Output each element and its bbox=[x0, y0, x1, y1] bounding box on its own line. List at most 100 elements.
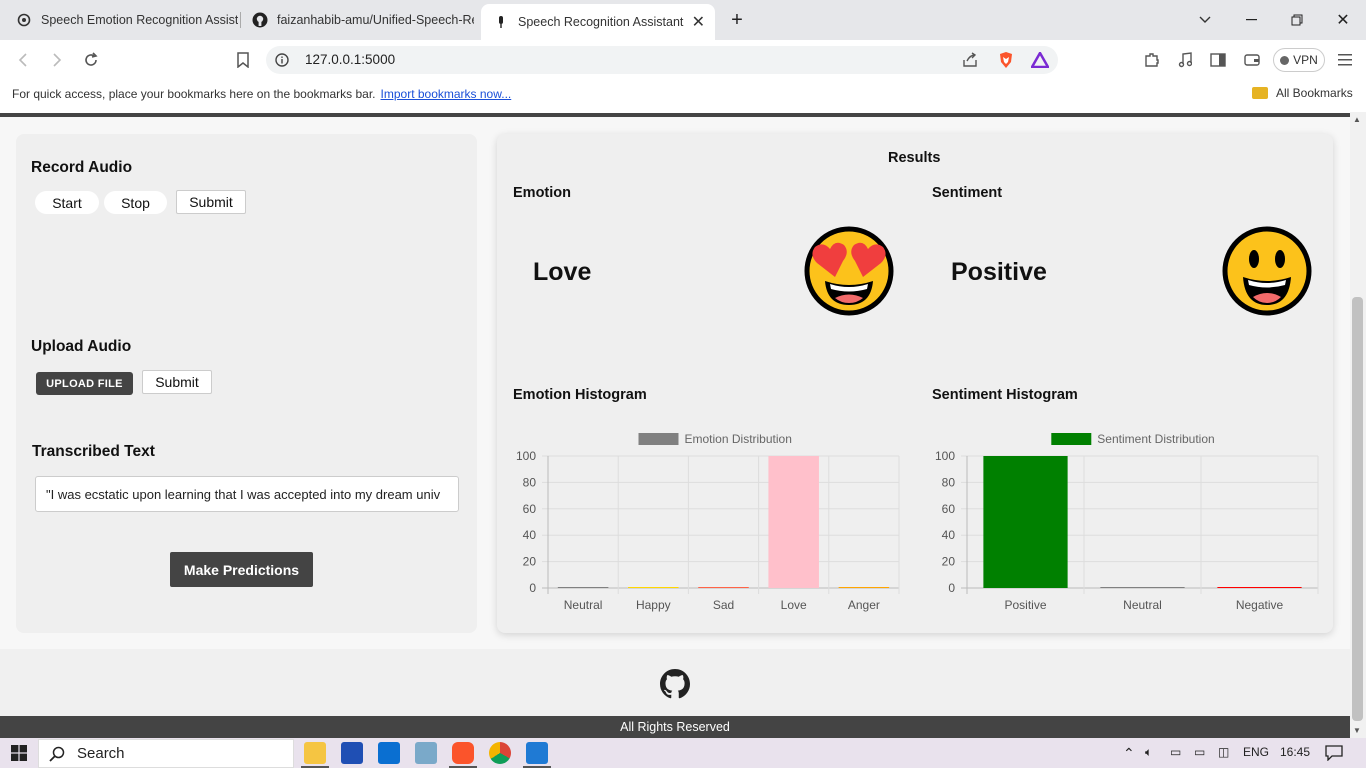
footer-bar: All Rights Reserved bbox=[0, 716, 1350, 738]
mic-icon bbox=[493, 14, 509, 30]
github-icon[interactable] bbox=[660, 669, 690, 699]
scroll-down-arrow-icon[interactable]: ▼ bbox=[1353, 726, 1361, 735]
back-icon[interactable] bbox=[11, 48, 35, 72]
bar-positive[interactable] bbox=[983, 456, 1068, 588]
upload-file-button[interactable]: UPLOAD FILE bbox=[36, 372, 133, 395]
make-predictions-button[interactable]: Make Predictions bbox=[170, 552, 313, 587]
bar-sad[interactable] bbox=[698, 587, 749, 588]
extensions-icon[interactable] bbox=[1140, 48, 1164, 72]
clock[interactable]: 16:45 bbox=[1280, 745, 1310, 759]
y-tick-label: 60 bbox=[523, 502, 537, 516]
transcribed-text-field[interactable]: "I was ecstatic upon learning that I was… bbox=[35, 476, 459, 512]
github-icon bbox=[252, 12, 268, 28]
brave-shields-icon[interactable] bbox=[994, 48, 1018, 72]
upload-submit-button[interactable]: Submit bbox=[142, 370, 212, 394]
media-icon[interactable] bbox=[1173, 48, 1197, 72]
import-bookmarks-link[interactable]: Import bookmarks now... bbox=[381, 87, 512, 101]
speaker-icon[interactable]: 🔈︎ bbox=[1145, 745, 1152, 760]
vpn-status-icon bbox=[1280, 55, 1290, 65]
legend-swatch bbox=[638, 433, 679, 445]
new-tab-button[interactable]: + bbox=[724, 0, 750, 40]
stop-button[interactable]: Stop bbox=[104, 191, 167, 214]
bar-negative[interactable] bbox=[1217, 587, 1302, 588]
taskbar-search[interactable]: Search bbox=[38, 739, 294, 768]
results-title: Results bbox=[888, 150, 941, 166]
y-tick-label: 40 bbox=[942, 528, 956, 542]
chart-legend[interactable]: Sentiment Distribution bbox=[1051, 432, 1215, 446]
bookmarks-hint-text: For quick access, place your bookmarks h… bbox=[12, 87, 376, 101]
tab-strip: Speech Emotion Recognition Assista faiza… bbox=[0, 0, 1366, 40]
all-bookmarks-button[interactable]: All Bookmarks bbox=[1252, 86, 1353, 100]
tab-speech-emotion[interactable]: Speech Emotion Recognition Assista bbox=[8, 0, 238, 40]
sentiment-histogram-chart: Sentiment Distribution 0 20 40 60 80 100 Positi… bbox=[935, 432, 1319, 612]
all-bookmarks-label: All Bookmarks bbox=[1276, 86, 1353, 100]
tab-github[interactable]: faizanhabib-amu/Unified-Speech-Re bbox=[244, 0, 474, 40]
battery-icon[interactable]: ▭ bbox=[1194, 745, 1205, 759]
y-tick-label: 20 bbox=[942, 555, 956, 569]
tab-separator bbox=[240, 12, 241, 28]
search-icon bbox=[49, 746, 65, 762]
tab-speech-recognition[interactable]: Speech Recognition Assistant ✕ bbox=[481, 4, 715, 40]
sentiment-title: Sentiment bbox=[932, 185, 1003, 201]
tab-title: Speech Recognition Assistant bbox=[518, 15, 684, 29]
windows-start-icon[interactable] bbox=[11, 745, 27, 761]
close-tab-icon[interactable]: ✕ bbox=[692, 12, 705, 32]
legend-label: Sentiment Distribution bbox=[1097, 432, 1214, 446]
meet-now-icon[interactable]: ▭ bbox=[1170, 745, 1181, 759]
tab-search-chevron-icon[interactable] bbox=[1182, 0, 1228, 40]
y-tick-label: 0 bbox=[948, 581, 955, 595]
share-icon[interactable] bbox=[958, 48, 982, 72]
vscode-icon[interactable] bbox=[526, 742, 548, 764]
restore-button[interactable] bbox=[1274, 0, 1320, 40]
y-tick-label: 40 bbox=[523, 528, 537, 542]
close-window-button[interactable]: ✕ bbox=[1320, 0, 1366, 40]
wallet-icon[interactable] bbox=[1240, 48, 1264, 72]
bookmarks-hint: For quick access, place your bookmarks h… bbox=[12, 87, 511, 101]
emotion-title: Emotion bbox=[513, 185, 571, 201]
record-submit-button[interactable]: Submit bbox=[176, 190, 246, 214]
sidebar-icon[interactable] bbox=[1206, 48, 1230, 72]
sentiment-histogram-title: Sentiment Histogram bbox=[932, 387, 1078, 403]
bookmark-icon[interactable] bbox=[231, 48, 255, 72]
minimize-button[interactable] bbox=[1228, 0, 1274, 40]
mail-icon[interactable] bbox=[378, 742, 400, 764]
forward-icon[interactable] bbox=[45, 48, 69, 72]
vpn-button[interactable]: VPN bbox=[1273, 48, 1325, 72]
folder-icon bbox=[1252, 87, 1268, 99]
chart-legend[interactable]: Emotion Distribution bbox=[638, 432, 792, 446]
chrome-icon[interactable] bbox=[489, 742, 511, 764]
search-placeholder: Search bbox=[77, 745, 125, 762]
file-explorer-icon[interactable] bbox=[304, 742, 326, 764]
reload-icon[interactable] bbox=[79, 48, 103, 72]
network-icon[interactable]: ◫ bbox=[1218, 745, 1229, 759]
scrollbar-thumb[interactable] bbox=[1352, 297, 1363, 721]
y-tick-label: 20 bbox=[523, 555, 537, 569]
bar-neutral[interactable] bbox=[557, 587, 609, 588]
start-button[interactable]: Start bbox=[35, 191, 99, 214]
legend-label: Emotion Distribution bbox=[685, 432, 792, 446]
brave-browser-icon[interactable] bbox=[452, 742, 474, 764]
bar-neutral[interactable] bbox=[1100, 587, 1185, 588]
brave-rewards-icon[interactable] bbox=[1028, 48, 1052, 72]
tray-chevron-icon[interactable]: ⌃ bbox=[1123, 745, 1135, 762]
scroll-up-arrow-icon[interactable]: ▲ bbox=[1353, 115, 1361, 124]
microsoft-store-icon[interactable] bbox=[341, 742, 363, 764]
footer-text: All Rights Reserved bbox=[620, 720, 730, 734]
site-info-icon[interactable] bbox=[270, 48, 294, 72]
menu-icon[interactable] bbox=[1333, 48, 1357, 72]
language-indicator[interactable]: ENG bbox=[1243, 745, 1269, 759]
y-tick-label: 60 bbox=[942, 502, 956, 516]
notifications-icon[interactable] bbox=[1325, 745, 1343, 761]
upload-audio-title: Upload Audio bbox=[31, 338, 132, 355]
heart-eyes-emoji-icon bbox=[804, 226, 894, 316]
photos-icon[interactable] bbox=[415, 742, 437, 764]
y-tick-label: 80 bbox=[942, 475, 956, 489]
bar-anger[interactable] bbox=[838, 587, 890, 588]
bar-love[interactable] bbox=[768, 456, 819, 588]
legend-swatch bbox=[1051, 433, 1092, 445]
tab-title: Speech Emotion Recognition Assista bbox=[41, 13, 238, 27]
url-text[interactable]: 127.0.0.1:5000 bbox=[305, 52, 395, 67]
openai-icon bbox=[16, 12, 32, 28]
bar-happy[interactable] bbox=[628, 587, 679, 588]
x-tick-label: Negative bbox=[1236, 598, 1284, 612]
